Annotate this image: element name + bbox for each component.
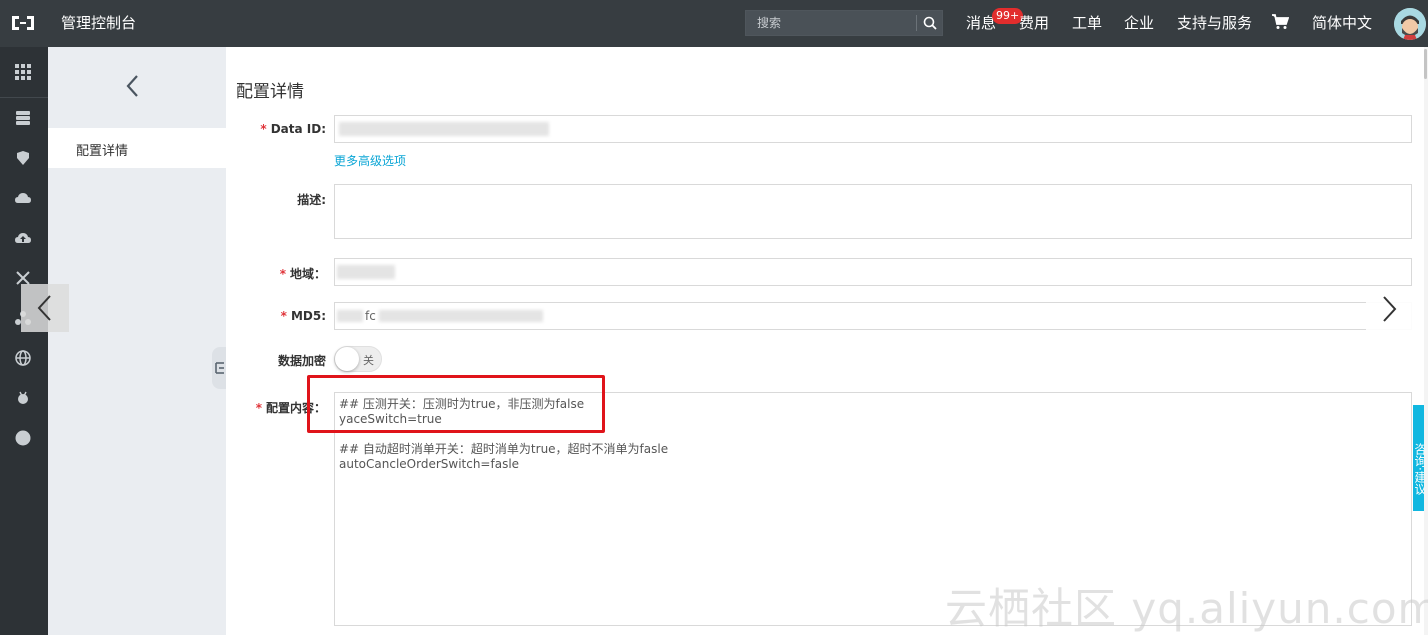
- product-icon-sidebar: [0, 47, 48, 635]
- sidebar-item-label: 配置详情: [76, 144, 129, 159]
- description-label: 描述:: [297, 193, 326, 207]
- redacted-md5: [379, 310, 543, 322]
- watermark: 云栖社区 yq.aliyun.com: [945, 584, 1428, 633]
- data-id-field[interactable]: [334, 115, 1412, 143]
- cart-icon[interactable]: [1271, 14, 1289, 30]
- search-button[interactable]: [918, 11, 942, 35]
- avatar-face-icon: [1394, 8, 1426, 40]
- required-mark: *: [260, 122, 267, 136]
- back-chevron-icon[interactable]: [120, 73, 146, 99]
- server-icon[interactable]: [14, 109, 32, 127]
- region-label: * 地域：: [216, 265, 326, 282]
- annotation-highlight-box: [307, 375, 605, 433]
- user-avatar[interactable]: [1394, 8, 1426, 40]
- database-icon[interactable]: [14, 149, 32, 167]
- encrypt-label: 数据加密: [277, 354, 326, 368]
- search-icon: [923, 16, 937, 30]
- search-divider: [916, 15, 917, 31]
- content-line: ## 自动超时消单开关：超时消单为true，超时不消单为fasle: [339, 442, 669, 456]
- region-field[interactable]: [334, 258, 1412, 286]
- page-scrollbar[interactable]: [1424, 47, 1428, 635]
- region-label-text: 地域：: [289, 267, 326, 281]
- toggle-state-label: 关: [363, 354, 374, 367]
- toggle-knob: [335, 347, 359, 371]
- bug-icon[interactable]: [14, 389, 32, 407]
- required-mark: *: [280, 309, 287, 323]
- circle-icon[interactable]: [14, 429, 32, 447]
- nav-language[interactable]: 简体中文: [1312, 13, 1372, 33]
- data-id-label: * Data ID:: [216, 122, 326, 136]
- carousel-next-button[interactable]: [1366, 286, 1412, 332]
- redacted-region: [337, 265, 395, 279]
- sidebar-item-config-detail[interactable]: 配置详情: [48, 128, 226, 168]
- required-mark: *: [255, 401, 262, 415]
- data-id-label-text: Data ID:: [270, 122, 326, 136]
- nav-enterprise[interactable]: 企业: [1124, 13, 1154, 33]
- iconbar-divider: [0, 97, 48, 98]
- chevron-right-icon: [1383, 296, 1397, 322]
- page-title: 配置详情: [236, 82, 304, 102]
- redacted-md5-prefix: [337, 310, 363, 322]
- apps-grid-icon[interactable]: [14, 63, 32, 81]
- content-line: autoCancleOrderSwitch=fasle: [339, 457, 520, 471]
- aliyun-logo-icon[interactable]: [10, 13, 36, 33]
- search-input[interactable]: [746, 11, 916, 35]
- cloud-icon[interactable]: [14, 189, 32, 207]
- secondary-sidebar: 配置详情: [48, 47, 226, 635]
- nav-billing[interactable]: 费用: [1019, 13, 1049, 33]
- nav-tickets[interactable]: 工单: [1072, 13, 1102, 33]
- nav-support[interactable]: 支持与服务: [1177, 13, 1252, 33]
- md5-field[interactable]: fc: [334, 302, 1412, 330]
- encrypt-toggle[interactable]: 关: [334, 346, 382, 372]
- cloud-upload-icon[interactable]: [14, 229, 32, 247]
- console-title[interactable]: 管理控制台: [61, 13, 136, 33]
- required-mark: *: [279, 267, 286, 281]
- carousel-prev-button[interactable]: [21, 284, 69, 332]
- search-box: [745, 10, 943, 36]
- scrollbar-thumb[interactable]: [1424, 49, 1427, 79]
- md5-partial-value: fc: [365, 309, 376, 323]
- advanced-options-link[interactable]: 更多高级选项: [334, 152, 406, 169]
- chevron-left-icon: [37, 295, 51, 321]
- md5-label: * MD5:: [216, 309, 326, 323]
- globe-icon[interactable]: [14, 349, 32, 367]
- md5-label-text: MD5:: [290, 309, 326, 323]
- top-navbar: 管理控制台 消息 99+ 费用 工单 企业 支持与服务 简体中文: [0, 0, 1428, 47]
- redacted-data-id: [339, 122, 549, 136]
- description-field[interactable]: [334, 184, 1412, 239]
